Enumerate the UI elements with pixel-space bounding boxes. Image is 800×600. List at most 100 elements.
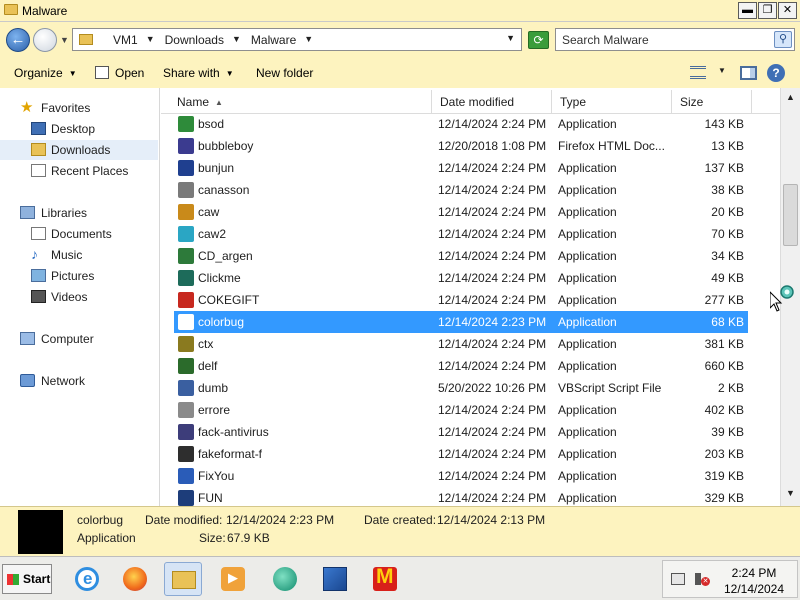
- column-header-label: Size: [680, 95, 704, 109]
- taskbar-app-green[interactable]: [266, 562, 304, 596]
- address-dropdown-icon[interactable]: ▼: [506, 33, 515, 43]
- file-type: Application: [558, 403, 617, 417]
- help-icon[interactable]: ?: [767, 64, 785, 82]
- view-dropdown-icon[interactable]: ▼: [718, 66, 726, 75]
- new-folder-label: New folder: [256, 66, 314, 80]
- history-dropdown-icon[interactable]: ▼: [60, 35, 69, 45]
- taskbar-windows-explorer[interactable]: [164, 562, 202, 596]
- nav-libraries[interactable]: Libraries: [0, 203, 158, 223]
- nav-desktop[interactable]: Desktop: [0, 119, 158, 139]
- file-type: Application: [558, 117, 617, 131]
- file-row[interactable]: colorbug 12/14/2024 2:23 PM Application 68 …: [174, 311, 748, 333]
- maximize-button[interactable]: ❐: [758, 2, 777, 19]
- system-tray: ✕ 2:24 PM 12/14/2024: [662, 560, 798, 598]
- clock-time[interactable]: 2:24 PM: [715, 566, 793, 580]
- search-box[interactable]: ⚲: [555, 28, 795, 51]
- file-date-modified: 12/14/2024 2:24 PM: [438, 491, 547, 505]
- file-row[interactable]: caw 12/14/2024 2:24 PM Application 20 KB: [174, 201, 748, 223]
- chevron-down-icon[interactable]: ▼: [146, 34, 155, 48]
- column-header-size[interactable]: Size: [672, 90, 752, 114]
- nav-network[interactable]: Network: [0, 371, 158, 391]
- start-label: Start: [23, 572, 51, 586]
- minimize-button[interactable]: ▬: [738, 2, 757, 19]
- file-row[interactable]: dumb 5/20/2022 10:26 PM VBScript Script Fi…: [174, 377, 748, 399]
- navigation-pane: ★ Favorites Desktop Downloads Recent Pla…: [0, 88, 160, 506]
- taskbar-media-player[interactable]: [214, 562, 252, 596]
- file-row[interactable]: CD_argen 12/14/2024 2:24 PM Application 34 …: [174, 245, 748, 267]
- file-type: Application: [558, 293, 617, 307]
- preview-pane-icon[interactable]: [740, 66, 757, 80]
- change-view-icon[interactable]: [690, 66, 706, 79]
- nav-pictures[interactable]: Pictures: [0, 266, 158, 286]
- share-with-label: Share with: [163, 66, 220, 80]
- breadcrumb-malware[interactable]: Malware: [251, 33, 296, 47]
- file-row[interactable]: FUN 12/14/2024 2:24 PM Application 329 KB: [174, 487, 748, 506]
- details-size-label: Size:: [199, 531, 226, 545]
- file-row[interactable]: errore 12/14/2024 2:24 PM Application 402 K…: [174, 399, 748, 421]
- scroll-up-button[interactable]: ▲: [783, 90, 798, 105]
- file-row[interactable]: delf 12/14/2024 2:24 PM Application 660 KB: [174, 355, 748, 377]
- file-name: bunjun: [198, 161, 235, 175]
- taskbar-app-blue[interactable]: [316, 562, 354, 596]
- mute-x-icon: ✕: [701, 577, 710, 586]
- back-button[interactable]: ←: [6, 28, 30, 52]
- breadcrumb-downloads[interactable]: Downloads: [165, 33, 224, 47]
- column-header-type[interactable]: Type: [552, 90, 672, 114]
- chevron-down-icon[interactable]: ▼: [304, 34, 313, 48]
- file-row[interactable]: bsod 12/14/2024 2:24 PM Application 143 KB: [174, 113, 748, 135]
- search-icon[interactable]: ⚲: [774, 31, 792, 48]
- file-type: Application: [558, 271, 617, 285]
- nav-downloads[interactable]: Downloads: [0, 140, 158, 160]
- desktop-icon: [31, 122, 46, 135]
- column-header-name[interactable]: Name ▲: [169, 90, 432, 114]
- refresh-button[interactable]: ⟳: [528, 31, 549, 49]
- breadcrumb-vm1[interactable]: VM1: [113, 33, 138, 47]
- file-date-modified: 12/14/2024 2:24 PM: [438, 425, 547, 439]
- scroll-down-button[interactable]: ▼: [783, 486, 798, 501]
- nav-videos[interactable]: Videos: [0, 287, 158, 307]
- details-size-value: 67.9 KB: [227, 531, 270, 545]
- file-type: Application: [558, 183, 617, 197]
- network-tray-icon[interactable]: [671, 573, 685, 585]
- taskbar-internet-explorer[interactable]: [68, 562, 106, 596]
- taskbar-app-red[interactable]: [366, 562, 404, 596]
- new-folder-button[interactable]: New folder: [256, 66, 313, 80]
- file-row[interactable]: caw2 12/14/2024 2:24 PM Application 70 KB: [174, 223, 748, 245]
- clock-date[interactable]: 12/14/2024: [715, 582, 793, 596]
- file-type: Application: [558, 491, 617, 505]
- start-button[interactable]: Start: [2, 564, 52, 594]
- share-with-button[interactable]: Share with ▼: [163, 66, 234, 80]
- nav-label: Recent Places: [51, 164, 129, 178]
- file-row[interactable]: fack-antivirus 12/14/2024 2:24 PM Applicat…: [174, 421, 748, 443]
- file-date-modified: 12/14/2024 2:24 PM: [438, 161, 547, 175]
- taskbar-firefox[interactable]: [116, 562, 154, 596]
- file-row[interactable]: FixYou 12/14/2024 2:24 PM Application 319 K…: [174, 465, 748, 487]
- file-row[interactable]: fakeformat-f 12/14/2024 2:24 PM Applicatio…: [174, 443, 748, 465]
- address-bar[interactable]: VM1 ▼ Downloads ▼ Malware ▼ ▼: [72, 28, 522, 51]
- file-row[interactable]: Clickme 12/14/2024 2:24 PM Application 49 K…: [174, 267, 748, 289]
- application-icon: [178, 358, 194, 374]
- forward-button[interactable]: [33, 28, 57, 52]
- search-input[interactable]: [562, 32, 762, 48]
- chevron-down-icon[interactable]: ▼: [232, 34, 241, 48]
- nav-music[interactable]: ♪ Music: [0, 245, 158, 265]
- column-header-date-modified[interactable]: Date modified: [432, 90, 552, 114]
- file-row[interactable]: canasson 12/14/2024 2:24 PM Application 38 …: [174, 179, 748, 201]
- file-row[interactable]: bubbleboy 12/20/2018 1:08 PM Firefox HTML …: [174, 135, 748, 157]
- file-date-modified: 12/20/2018 1:08 PM: [438, 139, 547, 153]
- open-button[interactable]: Open: [95, 66, 144, 80]
- file-row[interactable]: COKEGIFT 12/14/2024 2:24 PM Application 277…: [174, 289, 748, 311]
- file-row[interactable]: bunjun 12/14/2024 2:24 PM Application 137 K…: [174, 157, 748, 179]
- nav-computer[interactable]: Computer: [0, 329, 158, 349]
- file-row[interactable]: ctx 12/14/2024 2:24 PM Application 381 KB: [174, 333, 748, 355]
- file-type: Application: [558, 469, 617, 483]
- file-size: 34 KB: [711, 249, 744, 263]
- nav-recent-places[interactable]: Recent Places: [0, 161, 158, 181]
- organize-button[interactable]: Organize ▼: [14, 66, 77, 80]
- nav-documents[interactable]: Documents: [0, 224, 158, 244]
- nav-favorites[interactable]: ★ Favorites: [0, 98, 158, 118]
- title-bar: Malware ▬ ❐ ✕: [0, 0, 800, 22]
- details-modified-value: 12/14/2024 2:23 PM: [226, 513, 335, 527]
- scroll-thumb[interactable]: [783, 184, 798, 246]
- close-button[interactable]: ✕: [778, 2, 797, 19]
